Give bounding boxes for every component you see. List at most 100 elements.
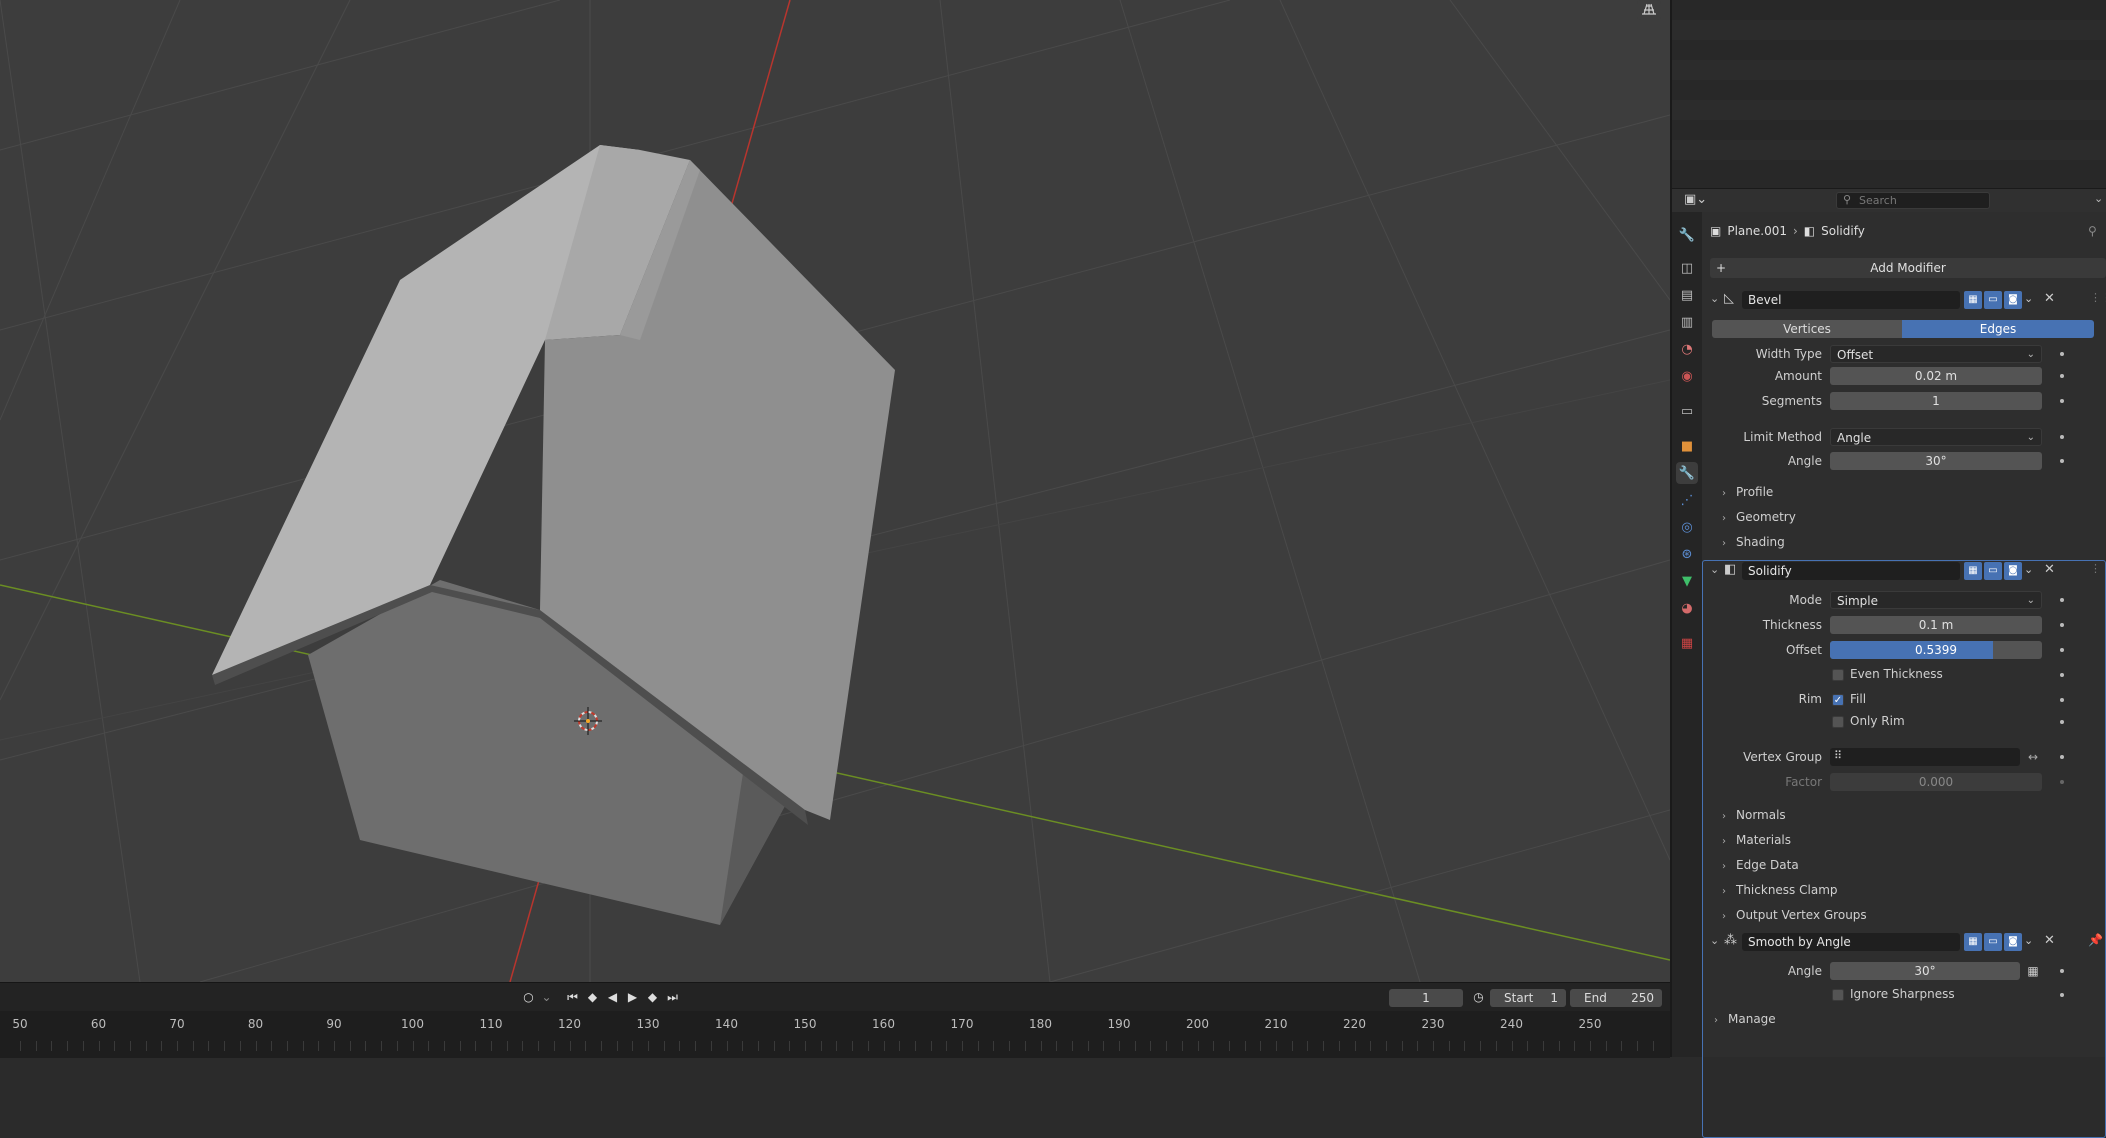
play-reverse-icon[interactable]: ◀: [603, 989, 622, 1006]
drag-handle-icon[interactable]: ⋮⋮: [2090, 562, 2106, 575]
edit-mode-toggle-icon[interactable]: ▦: [1964, 291, 1982, 309]
tab-tool[interactable]: 🔧: [1676, 224, 1698, 246]
subpanel-thickness-clamp[interactable]: › Thickness Clamp: [1722, 883, 1838, 897]
viewport-toggle-icon[interactable]: ▭: [1984, 562, 2002, 580]
edit-mode-toggle-icon[interactable]: ▦: [1964, 933, 1982, 951]
vertex-group-field[interactable]: ⠿: [1830, 748, 2020, 766]
tab-view-layer[interactable]: ▥: [1676, 311, 1698, 333]
keyframe-dot-icon[interactable]: [2060, 352, 2064, 356]
play-icon[interactable]: ▶: [623, 989, 642, 1006]
collapse-chevron-icon[interactable]: ⌄: [1710, 934, 1719, 947]
pin-icon[interactable]: ⚲: [2088, 224, 2097, 238]
input-attribute-toggle-icon[interactable]: ▦: [2024, 962, 2042, 980]
subpanel-profile[interactable]: › Profile: [1722, 485, 1773, 499]
keyframe-dot-icon[interactable]: [2060, 993, 2064, 997]
fill-checkbox[interactable]: ✓: [1832, 694, 1844, 706]
subpanel-normals[interactable]: › Normals: [1722, 808, 1786, 822]
tab-scene[interactable]: ◔: [1676, 338, 1698, 360]
record-icon[interactable]: ○: [519, 989, 538, 1006]
tab-particles[interactable]: ⋰: [1676, 489, 1698, 511]
keyframe-dot-icon[interactable]: [2060, 720, 2064, 724]
keyframe-dot-icon[interactable]: [2060, 673, 2064, 677]
modifier-menu-chevron-icon[interactable]: ⌄: [2024, 934, 2033, 947]
collapse-chevron-icon[interactable]: ⌄: [1710, 292, 1719, 305]
breadcrumb-object[interactable]: Plane.001: [1727, 224, 1787, 238]
subpanel-materials[interactable]: › Materials: [1722, 833, 1791, 847]
remove-icon[interactable]: ✕: [2044, 562, 2055, 577]
record-options-chevron-icon[interactable]: ⌄: [537, 989, 556, 1006]
tab-data[interactable]: ▼: [1676, 570, 1698, 592]
breadcrumb-modifier[interactable]: Solidify: [1821, 224, 1865, 238]
jump-start-icon[interactable]: ⏮: [563, 989, 582, 1006]
pin-icon[interactable]: 📌: [2088, 933, 2103, 947]
keyframe-dot-icon[interactable]: [2060, 648, 2064, 652]
outliner[interactable]: [1672, 0, 2106, 188]
subpanel-geometry[interactable]: › Geometry: [1722, 510, 1796, 524]
tab-object[interactable]: ■: [1676, 435, 1698, 457]
tab-physics[interactable]: ◎: [1676, 516, 1698, 538]
tab-world[interactable]: ◉: [1676, 365, 1698, 387]
modifier-menu-chevron-icon[interactable]: ⌄: [2024, 563, 2033, 576]
jump-keyframe-forward-icon[interactable]: ◆: [643, 989, 662, 1006]
only-rim-checkbox[interactable]: [1832, 716, 1844, 728]
modifier-menu-chevron-icon[interactable]: ⌄: [2024, 292, 2033, 305]
amount-field[interactable]: 0.02 m: [1830, 367, 2042, 385]
grid-view-icon[interactable]: [1637, 0, 1661, 20]
even-thickness-checkbox[interactable]: [1832, 669, 1844, 681]
current-frame-field[interactable]: 1: [1389, 989, 1463, 1007]
subpanel-output-vertex-groups[interactable]: › Output Vertex Groups: [1722, 908, 1867, 922]
affect-vertices-button[interactable]: Vertices: [1712, 320, 1902, 338]
render-toggle-icon[interactable]: ◙: [2004, 562, 2022, 580]
options-chevron-icon[interactable]: ⌄: [2094, 192, 2103, 205]
subpanel-edge-data[interactable]: › Edge Data: [1722, 858, 1799, 872]
jump-end-icon[interactable]: ⏭: [663, 989, 682, 1006]
affect-edges-button[interactable]: Edges: [1902, 320, 2094, 338]
editor-type-icon[interactable]: ▣⌄: [1684, 192, 1707, 207]
tab-render[interactable]: ◫: [1676, 257, 1698, 279]
collapse-chevron-icon[interactable]: ⌄: [1710, 563, 1719, 576]
remove-icon[interactable]: ✕: [2044, 933, 2055, 948]
keyframe-dot-icon[interactable]: [2060, 459, 2064, 463]
jump-keyframe-back-icon[interactable]: ◆: [583, 989, 602, 1006]
tab-constraints[interactable]: ⊛: [1676, 543, 1698, 565]
ignore-sharpness-checkbox[interactable]: [1832, 989, 1844, 1001]
segments-field[interactable]: 1: [1830, 392, 2042, 410]
bevel-name-field[interactable]: Bevel: [1742, 291, 1960, 309]
viewport-toggle-icon[interactable]: ▭: [1984, 933, 2002, 951]
stopwatch-icon[interactable]: ◷: [1469, 989, 1488, 1006]
offset-slider[interactable]: 0.5399: [1830, 641, 2042, 659]
invert-icon[interactable]: ↔: [2024, 748, 2042, 766]
mode-dropdown[interactable]: Simple ⌄: [1830, 591, 2042, 609]
keyframe-dot-icon[interactable]: [2060, 755, 2064, 759]
keyframe-dot-icon[interactable]: [2060, 598, 2064, 602]
keyframe-dot-icon[interactable]: [2060, 374, 2064, 378]
bevel-angle-field[interactable]: 30°: [1830, 452, 2042, 470]
smooth-name-field[interactable]: Smooth by Angle: [1742, 933, 1960, 951]
remove-icon[interactable]: ✕: [2044, 291, 2055, 306]
tab-collection[interactable]: ▭: [1676, 400, 1698, 422]
smooth-angle-field[interactable]: 30°: [1830, 962, 2020, 980]
keyframe-dot-icon[interactable]: [2060, 399, 2064, 403]
search-input[interactable]: ⚲ Search: [1836, 192, 1990, 209]
tab-output[interactable]: ▤: [1676, 284, 1698, 306]
width-type-dropdown[interactable]: Offset ⌄: [1830, 345, 2042, 363]
limit-method-dropdown[interactable]: Angle ⌄: [1830, 428, 2042, 446]
keyframe-dot-icon[interactable]: [2060, 698, 2064, 702]
keyframe-dot-icon[interactable]: [2060, 969, 2064, 973]
drag-handle-icon[interactable]: ⋮⋮: [2090, 291, 2106, 304]
tab-material[interactable]: ◕: [1676, 597, 1698, 619]
3d-viewport[interactable]: [0, 0, 1670, 982]
render-toggle-icon[interactable]: ◙: [2004, 933, 2022, 951]
keyframe-dot-icon[interactable]: [2060, 623, 2064, 627]
tab-modifiers[interactable]: 🔧: [1676, 462, 1698, 484]
house-mesh[interactable]: [212, 145, 895, 925]
solidify-name-field[interactable]: Solidify: [1742, 562, 1960, 580]
subpanel-shading[interactable]: › Shading: [1722, 535, 1785, 549]
render-toggle-icon[interactable]: ◙: [2004, 291, 2022, 309]
add-modifier-button[interactable]: + Add Modifier: [1710, 258, 2106, 278]
tab-texture[interactable]: ▦: [1676, 632, 1698, 654]
thickness-field[interactable]: 0.1 m: [1830, 616, 2042, 634]
start-frame-field[interactable]: Start 1: [1490, 989, 1566, 1007]
end-frame-field[interactable]: End 250: [1570, 989, 1662, 1007]
viewport-toggle-icon[interactable]: ▭: [1984, 291, 2002, 309]
